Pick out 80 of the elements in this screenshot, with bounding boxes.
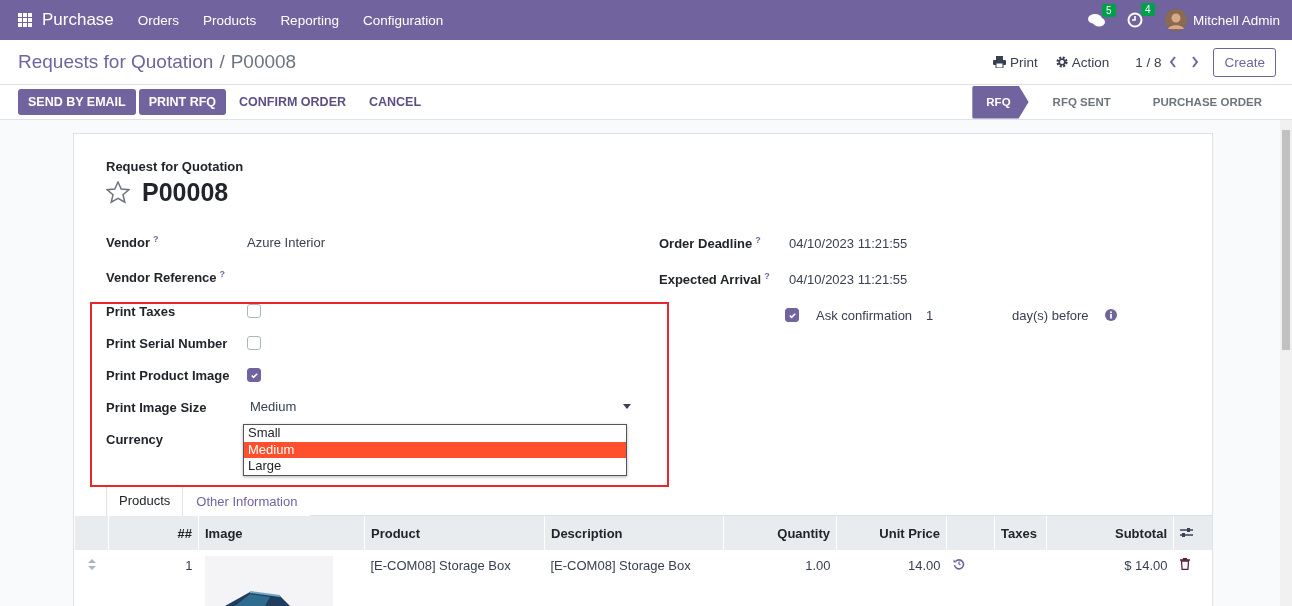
status-stage[interactable]: RFQ — [972, 85, 1029, 119]
field-label: Print Serial Number — [106, 335, 229, 351]
field-suffix: day(s) before — [1012, 307, 1089, 323]
field-value[interactable]: Azure Interior — [247, 235, 326, 250]
gear-icon — [1055, 56, 1068, 68]
breadcrumb-current: P00008 — [230, 51, 297, 73]
menu-item[interactable]: Reporting — [280, 12, 339, 28]
action-button[interactable]: Action — [1055, 54, 1110, 70]
field-label: Print Product Image — [106, 367, 231, 383]
action-button[interactable]: CANCEL — [359, 89, 432, 115]
action-button[interactable]: PRINT RFQ — [138, 89, 227, 115]
menu-item[interactable]: Orders — [137, 12, 180, 28]
field-label: Vendor Reference $^{?}$ — [106, 269, 227, 286]
chat-icon[interactable] — [1087, 13, 1105, 27]
checkbox[interactable] — [247, 304, 261, 318]
menu-item[interactable]: Products — [203, 12, 257, 28]
pager-value: 1 / 8 — [1135, 54, 1162, 70]
select-field[interactable]: Medium — [247, 399, 631, 415]
trash-icon[interactable] — [1179, 558, 1190, 570]
notebook-tab[interactable]: Products — [106, 485, 184, 516]
user-name[interactable]: Mitchell Admin — [1192, 12, 1280, 28]
field-value[interactable]: 04/10/2023 11:21:55 — [789, 235, 908, 251]
check-icon — [787, 310, 797, 320]
column-header[interactable]: ## — [108, 516, 199, 550]
table-cell: [E-COM08] Storage Box — [544, 550, 724, 606]
checkbox[interactable] — [247, 336, 261, 350]
avatar-icon[interactable] — [1164, 9, 1187, 31]
table-cell: 1 — [108, 550, 199, 606]
form-subtitle: Request for Quotation — [106, 159, 245, 174]
check-icon — [249, 370, 259, 380]
column-header[interactable]: Taxes — [994, 516, 1047, 550]
column-header[interactable]: Image — [198, 516, 365, 550]
field-value[interactable]: 1 — [926, 307, 1012, 323]
column-header[interactable]: Quantity — [723, 516, 837, 550]
table-cell: $ 14.00 — [1046, 550, 1174, 606]
field-label: Print Image Size — [106, 399, 208, 415]
info-icon[interactable] — [1104, 309, 1117, 321]
drag-handle-icon[interactable] — [87, 559, 96, 570]
column-header[interactable]: Subtotal — [1046, 516, 1174, 550]
field-label: Currency — [106, 431, 165, 447]
field-label: Vendor $^{?}$ — [106, 234, 160, 251]
breadcrumb-separator: / — [219, 51, 225, 73]
message-count: 5 — [1101, 4, 1116, 17]
column-header[interactable]: Product — [364, 516, 545, 550]
scrollbar[interactable] — [1280, 120, 1292, 606]
column-header[interactable]: Description — [544, 516, 724, 550]
previous-icon[interactable] — [1169, 56, 1178, 68]
dropdown-option[interactable]: Large — [244, 458, 626, 475]
checkbox[interactable] — [247, 368, 261, 382]
column-header[interactable]: Unit Price — [836, 516, 947, 550]
field-label: Print Taxes — [106, 303, 177, 319]
apps-menu-icon[interactable] — [18, 13, 32, 27]
printer-icon — [992, 56, 1006, 68]
print-button[interactable]: Print — [992, 54, 1038, 70]
clock-icon[interactable] — [1126, 12, 1143, 28]
status-stage[interactable]: RFQ SENT — [1028, 85, 1129, 119]
checkbox[interactable] — [785, 308, 799, 322]
scrollbar-thumb[interactable] — [1282, 130, 1290, 350]
history-icon[interactable] — [952, 558, 965, 570]
table-cell: [E-COM08] Storage Box — [364, 550, 545, 606]
activity-count: 4 — [1140, 3, 1155, 16]
breadcrumb-link[interactable]: Requests for Quotation — [18, 51, 214, 73]
next-icon[interactable] — [1191, 56, 1200, 68]
column-settings-icon[interactable] — [1180, 526, 1193, 538]
field-value[interactable]: 04/10/2023 11:21:55 — [789, 271, 908, 287]
menu-item[interactable]: Configuration — [362, 12, 444, 28]
field-label: Order Deadline $^{?}$ — [659, 234, 762, 252]
caret-icon — [623, 404, 631, 409]
table-cell: 14.00 — [836, 550, 947, 606]
app-name[interactable]: Purchase — [42, 10, 114, 30]
status-stage[interactable]: PURCHASE ORDER — [1128, 85, 1280, 119]
action-button[interactable]: CONFIRM ORDER — [229, 89, 356, 115]
field-label: Ask confirmation — [816, 307, 914, 323]
star-icon[interactable] — [106, 181, 130, 204]
table-cell: 1.00 — [723, 550, 837, 606]
dropdown-option[interactable]: Small — [244, 425, 626, 442]
record-name: P00008 — [142, 178, 229, 207]
field-label: Expected Arrival $^{?}$ — [659, 270, 771, 288]
action-button[interactable]: SEND BY EMAIL — [18, 89, 136, 115]
create-button[interactable]: Create — [1213, 47, 1276, 77]
